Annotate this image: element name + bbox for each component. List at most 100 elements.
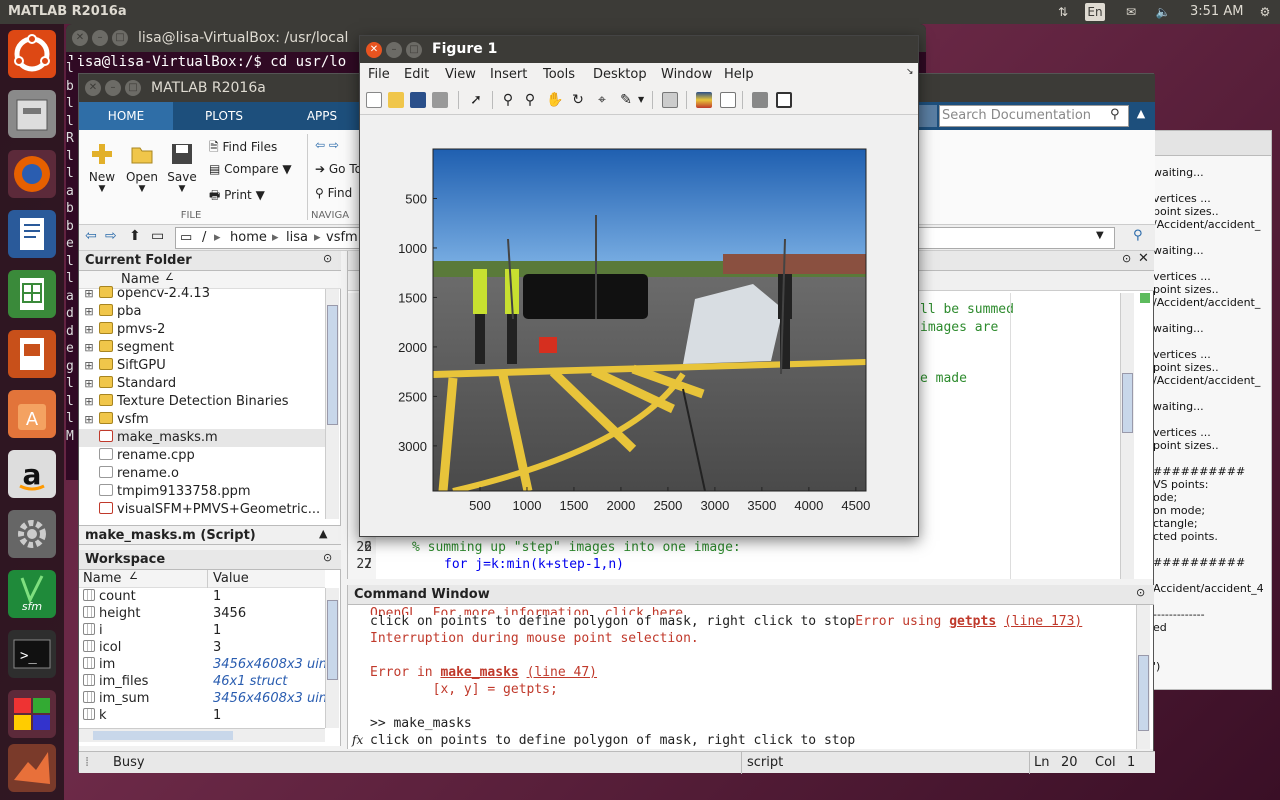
workspace-switcher-icon[interactable] bbox=[8, 690, 56, 738]
menu-window[interactable]: Window bbox=[661, 67, 712, 82]
panel-menu-icon[interactable]: ⊙ bbox=[1136, 586, 1145, 599]
folder-item[interactable]: rename.cpp bbox=[79, 447, 325, 465]
folder-item[interactable]: ⊞ Texture Detection Binaries bbox=[79, 393, 325, 411]
figure-close-button[interactable]: ✕ bbox=[366, 42, 382, 58]
files-icon[interactable] bbox=[8, 90, 56, 138]
link-plot-icon[interactable] bbox=[662, 92, 678, 108]
system-settings-icon[interactable] bbox=[8, 510, 56, 558]
clock[interactable]: 3:51 AM bbox=[1190, 4, 1243, 19]
firefox-icon[interactable] bbox=[8, 150, 56, 198]
hide-plot-tools-icon[interactable] bbox=[752, 92, 768, 108]
figure-minimize-button[interactable]: – bbox=[386, 42, 402, 58]
matlab-icon[interactable] bbox=[8, 744, 56, 792]
matlab-minimize-button[interactable]: – bbox=[105, 80, 121, 96]
panel-menu-icon[interactable]: ⊙ bbox=[323, 551, 332, 564]
gear-icon[interactable]: ⚙ bbox=[1254, 3, 1276, 21]
impress-icon[interactable] bbox=[8, 330, 56, 378]
menu-edit[interactable]: Edit bbox=[404, 67, 429, 82]
save-button[interactable]: Save ▼ bbox=[165, 142, 199, 194]
amazon-icon[interactable]: a bbox=[8, 450, 56, 498]
search-folder-icon[interactable]: ⚲ bbox=[1133, 228, 1143, 243]
tab-home[interactable]: HOME bbox=[79, 102, 173, 130]
calc-icon[interactable] bbox=[8, 270, 56, 318]
folder-item[interactable]: ⊞ Standard bbox=[79, 375, 325, 393]
writer-icon[interactable] bbox=[8, 210, 56, 258]
error-link-getpts[interactable]: getpts bbox=[949, 614, 996, 629]
workspace-row[interactable]: i1 bbox=[79, 622, 325, 640]
matlab-close-button[interactable]: ✕ bbox=[85, 80, 101, 96]
menu-desktop[interactable]: Desktop bbox=[593, 67, 647, 82]
folder-item[interactable]: ⊞ opencv-2.4.13 bbox=[79, 285, 325, 303]
close-editor-icon[interactable]: ✕ bbox=[1138, 251, 1149, 266]
workspace-row[interactable]: im_sum 3456x4608x3 uin bbox=[79, 690, 325, 708]
path-dropdown-icon[interactable]: ▼ bbox=[1096, 230, 1104, 241]
folder-item[interactable]: rename.o bbox=[79, 465, 325, 483]
workspace-row[interactable]: im 3456x4608x3 uin bbox=[79, 656, 325, 674]
help-icon[interactable] bbox=[919, 105, 937, 127]
expand-icon[interactable]: ⊞ bbox=[79, 393, 99, 411]
legend-icon[interactable] bbox=[720, 92, 736, 108]
error-link-line[interactable]: (line 47) bbox=[527, 665, 597, 680]
fx-icon[interactable]: fx bbox=[352, 733, 363, 747]
details-panel[interactable]: make_masks.m (Script) ▲ bbox=[79, 525, 341, 545]
cw-scrollbar[interactable] bbox=[1136, 605, 1150, 749]
workspace-row[interactable]: icol 3 bbox=[79, 639, 325, 657]
ws-value-column[interactable]: Value bbox=[213, 571, 249, 586]
data-cursor-icon[interactable]: ⌖ bbox=[594, 92, 610, 108]
figure-canvas[interactable]: 500 1000 1500 2000 2500 3000 3500 4000 4500 500 10… bbox=[360, 116, 918, 536]
colorbar-icon[interactable] bbox=[696, 92, 712, 108]
menu-view[interactable]: View bbox=[445, 67, 476, 82]
menu-tools[interactable]: Tools bbox=[543, 67, 575, 82]
expand-icon[interactable]: ⊞ bbox=[79, 285, 99, 303]
error-link-line[interactable]: (line 173) bbox=[1004, 614, 1082, 629]
dock-arrow-icon[interactable]: ↘ bbox=[906, 67, 914, 77]
expand-icon[interactable]: ⊞ bbox=[79, 321, 99, 339]
brush-icon[interactable]: ✎ bbox=[618, 92, 634, 108]
rotate-icon[interactable]: ↻ bbox=[570, 92, 586, 108]
menu-help[interactable]: Help bbox=[724, 67, 754, 82]
error-link-make-masks[interactable]: make_masks bbox=[440, 665, 518, 680]
zoom-out-icon[interactable]: ⚲ bbox=[522, 92, 538, 108]
cw-output-line[interactable]: click on points to define polygon of mas… bbox=[370, 732, 855, 749]
expand-icon[interactable]: ⊞ bbox=[79, 339, 99, 357]
path-segment-home[interactable]: home bbox=[230, 230, 267, 245]
scrollbar-thumb[interactable] bbox=[1122, 373, 1133, 433]
ws-name-column[interactable]: Name bbox=[83, 571, 121, 586]
folder-item[interactable]: ⊞ segment bbox=[79, 339, 325, 357]
panel-menu-icon[interactable]: ⊙ bbox=[1122, 252, 1131, 265]
path-segment-vsfm[interactable]: vsfm bbox=[326, 230, 358, 245]
collapse-icon[interactable]: ▲ bbox=[319, 527, 327, 540]
menu-file[interactable]: File bbox=[368, 67, 390, 82]
folder-item[interactable]: ⊞ pba bbox=[79, 303, 325, 321]
workspace-row[interactable]: im_files 46x1 struct bbox=[79, 673, 325, 691]
search-documentation-input[interactable]: Search Documentation ⚲ bbox=[939, 105, 1129, 127]
folder-item[interactable]: ⊞ pmvs-2 bbox=[79, 321, 325, 339]
path-segment-root[interactable]: / bbox=[202, 230, 206, 245]
terminal-icon[interactable]: >_ bbox=[8, 630, 56, 678]
workspace-row[interactable]: height 3456 bbox=[79, 605, 325, 623]
pan-icon[interactable]: ✋ bbox=[546, 92, 563, 108]
keyboard-layout-indicator[interactable]: En bbox=[1085, 3, 1105, 21]
scrollbar-thumb[interactable] bbox=[327, 305, 338, 425]
expand-icon[interactable]: ⊞ bbox=[79, 357, 99, 375]
compare-button[interactable]: ▤ Compare ▼ bbox=[209, 162, 292, 176]
open-file-icon[interactable] bbox=[388, 92, 404, 108]
forward-icon[interactable]: ⇨ bbox=[105, 228, 117, 244]
collapse-ribbon-icon[interactable]: ▲ bbox=[1133, 107, 1149, 123]
workspace-row[interactable]: count 1 bbox=[79, 588, 325, 606]
back-icon[interactable]: ⇦ bbox=[85, 228, 97, 244]
find-files-button[interactable]: 🗎 Find Files bbox=[209, 138, 277, 159]
print-button[interactable]: 🖶 Print ▼ bbox=[209, 186, 265, 207]
tab-plots[interactable]: PLOTS bbox=[179, 102, 269, 130]
folder-item[interactable]: tmpim9133758.ppm bbox=[79, 483, 325, 501]
terminal-close-button[interactable]: ✕ bbox=[72, 30, 88, 46]
mail-icon[interactable]: ✉ bbox=[1120, 3, 1142, 21]
scrollbar-thumb[interactable] bbox=[327, 600, 338, 680]
workspace-hscrollbar[interactable] bbox=[79, 728, 325, 742]
folder-item[interactable]: ⊞ vsfm bbox=[79, 411, 325, 429]
folder-item[interactable]: ⊞ SiftGPU bbox=[79, 357, 325, 375]
image-plot[interactable]: 500 1000 1500 2000 2500 3000 3500 4000 4500 500 10… bbox=[360, 116, 918, 536]
back-arrow-icon[interactable]: ⇦ ⇨ bbox=[315, 138, 339, 152]
print-figure-icon[interactable] bbox=[432, 92, 448, 108]
tab-apps[interactable]: APPS bbox=[279, 102, 365, 130]
